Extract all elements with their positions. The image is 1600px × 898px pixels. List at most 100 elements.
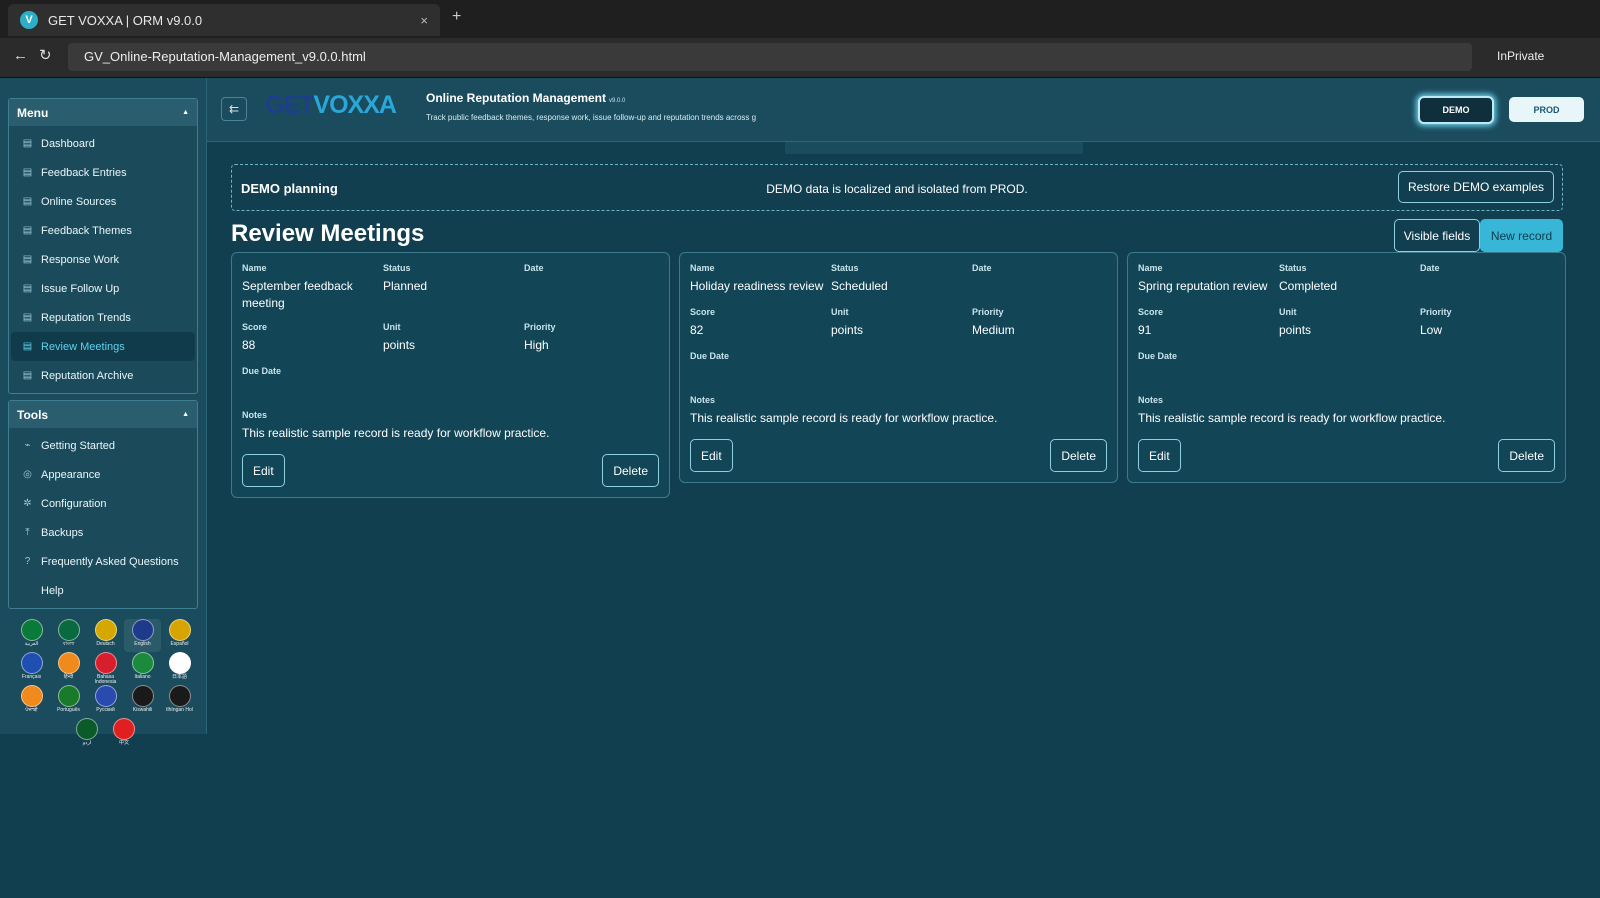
language-option[interactable]: English: [124, 619, 161, 652]
demo-banner: DEMO planning DEMO data is localized and…: [231, 164, 1563, 211]
visible-fields-button[interactable]: Visible fields: [1394, 219, 1480, 252]
sidebar-item-label: Feedback Entries: [41, 166, 127, 179]
collapse-caret-icon[interactable]: ▲: [182, 411, 189, 418]
field-date: Date: [1420, 263, 1561, 297]
language-option[interactable]: ਪੰਜਾਬੀ: [13, 685, 50, 718]
document-icon: ▤: [22, 167, 33, 178]
restore-demo-button[interactable]: Restore DEMO examples: [1397, 171, 1554, 203]
field-label: Score: [242, 322, 268, 332]
sidebar-item-issue-follow-up[interactable]: ▤ Issue Follow Up: [11, 274, 195, 303]
sidebar-item-dashboard[interactable]: ▤ Dashboard: [11, 129, 195, 158]
language-label: اردو: [82, 740, 92, 746]
language-label: Deutsch: [96, 641, 115, 647]
field-value: High: [524, 338, 549, 352]
language-option[interactable]: Español: [161, 619, 198, 652]
language-option[interactable]: Bahasa Indonesia: [87, 652, 124, 685]
sidebar-item-response-work[interactable]: ▤ Response Work: [11, 245, 195, 274]
flag-icon: [94, 619, 117, 641]
close-icon[interactable]: ×: [420, 13, 428, 28]
language-option[interactable]: العربية: [13, 619, 50, 652]
app-title-text: Online Reputation Management: [426, 91, 607, 105]
language-option[interactable]: Português: [50, 685, 87, 718]
sidebar-item-configuration[interactable]: ✲ Configuration: [11, 489, 195, 518]
sidebar-item-review-meetings[interactable]: ▤ Review Meetings: [11, 332, 195, 361]
field-value: 82: [690, 323, 704, 337]
url-field[interactable]: GV_Online-Reputation-Management_v9.0.0.h…: [68, 43, 1472, 71]
language-option[interactable]: tlhIngan Hol: [161, 685, 198, 718]
field-unit: Unit points: [1279, 307, 1420, 341]
delete-button[interactable]: Delete: [1050, 439, 1107, 472]
language-option[interactable]: Italiano: [124, 652, 161, 685]
new-record-button[interactable]: New record: [1480, 219, 1563, 252]
field-value: This realistic sample record is ready fo…: [1138, 411, 1446, 425]
field-name: Name Spring reputation review: [1138, 263, 1279, 297]
document-icon: ▤: [22, 225, 33, 236]
sidebar-item-reputation-trends[interactable]: ▤ Reputation Trends: [11, 303, 195, 332]
prod-env-button[interactable]: PROD: [1509, 97, 1584, 122]
sidebar-item-online-sources[interactable]: ▤ Online Sources: [11, 187, 195, 216]
flag-icon: [20, 652, 43, 674]
language-option[interactable]: 日本語: [161, 652, 198, 685]
flag-icon: [168, 652, 191, 674]
edit-button[interactable]: Edit: [1138, 439, 1181, 472]
language-label: العربية: [24, 641, 39, 647]
reload-icon[interactable]: ↻: [39, 46, 52, 64]
sidebar-item-getting-started[interactable]: ⌁ Getting Started: [11, 431, 195, 460]
logo: GETVOXXA: [265, 91, 397, 120]
inprivate-badge[interactable]: InPrivate: [1497, 49, 1544, 63]
sidebar-item-label: Dashboard: [41, 137, 95, 150]
language-option[interactable]: 中文: [113, 718, 135, 751]
tools-section-header[interactable]: Tools ▲: [9, 401, 197, 428]
logo-get: GET: [265, 91, 314, 119]
browser-tab-bar: V GET VOXXA | ORM v9.0.0 × +: [0, 0, 1600, 38]
tab-title: GET VOXXA | ORM v9.0.0: [48, 12, 203, 28]
demo-env-button[interactable]: DEMO: [1418, 96, 1494, 124]
sidebar-toggle-button[interactable]: ⇇: [221, 97, 247, 121]
delete-button[interactable]: Delete: [1498, 439, 1555, 472]
edit-button[interactable]: Edit: [690, 439, 733, 472]
language-label: Русский: [96, 707, 115, 713]
sidebar-item-reputation-archive[interactable]: ▤ Reputation Archive: [11, 361, 195, 390]
back-icon[interactable]: ←: [13, 47, 28, 64]
upload-icon: ⤒: [25, 527, 30, 538]
sidebar-item-feedback-themes[interactable]: ▤ Feedback Themes: [11, 216, 195, 245]
field-label: Name: [1138, 263, 1163, 273]
language-option[interactable]: اردو: [76, 718, 98, 751]
language-option[interactable]: Français: [13, 652, 50, 685]
menu-section-header[interactable]: Menu ▲: [9, 99, 197, 126]
language-label: tlhIngan Hol: [166, 707, 193, 713]
edit-button[interactable]: Edit: [242, 454, 285, 487]
document-icon: ▤: [22, 138, 33, 149]
collapse-caret-icon[interactable]: ▲: [182, 109, 189, 116]
language-option[interactable]: বাংলা: [50, 619, 87, 652]
sidebar-item-feedback-entries[interactable]: ▤ Feedback Entries: [11, 158, 195, 187]
field-label: Name: [242, 263, 267, 273]
sidebar-item-appearance[interactable]: ◎ Appearance: [11, 460, 195, 489]
field-label: Date: [524, 263, 544, 273]
field-value: Low: [1420, 323, 1443, 337]
browser-tab[interactable]: V GET VOXXA | ORM v9.0.0 ×: [8, 4, 440, 36]
field-value: Medium: [972, 323, 1015, 337]
flag-icon: [131, 652, 154, 674]
sidebar-item-backups[interactable]: ⤒ Backups: [11, 518, 195, 547]
app-subtitle: Track public feedback themes, response w…: [426, 113, 757, 122]
field-priority: Priority High: [524, 322, 665, 356]
field-status: Status Planned: [383, 263, 524, 312]
flag-icon: [57, 652, 80, 674]
field-label: Status: [831, 263, 859, 273]
sidebar-item-frequently-asked-questions[interactable]: ? Frequently Asked Questions: [11, 547, 195, 576]
new-tab-icon[interactable]: +: [452, 8, 461, 26]
field-label: Unit: [831, 307, 849, 317]
sidebar-item-label: Response Work: [41, 253, 120, 266]
favicon-icon: V: [20, 11, 38, 29]
sidebar-item-help[interactable]: Help: [11, 576, 195, 605]
field-label: Status: [1279, 263, 1307, 273]
flag-icon: [168, 685, 191, 707]
language-option[interactable]: Kiswahili: [124, 685, 161, 718]
language-option[interactable]: Deutsch: [87, 619, 124, 652]
delete-button[interactable]: Delete: [602, 454, 659, 487]
language-option[interactable]: Русский: [87, 685, 124, 718]
field-label: Priority: [972, 307, 1004, 317]
language-option[interactable]: हिन्दी: [50, 652, 87, 685]
